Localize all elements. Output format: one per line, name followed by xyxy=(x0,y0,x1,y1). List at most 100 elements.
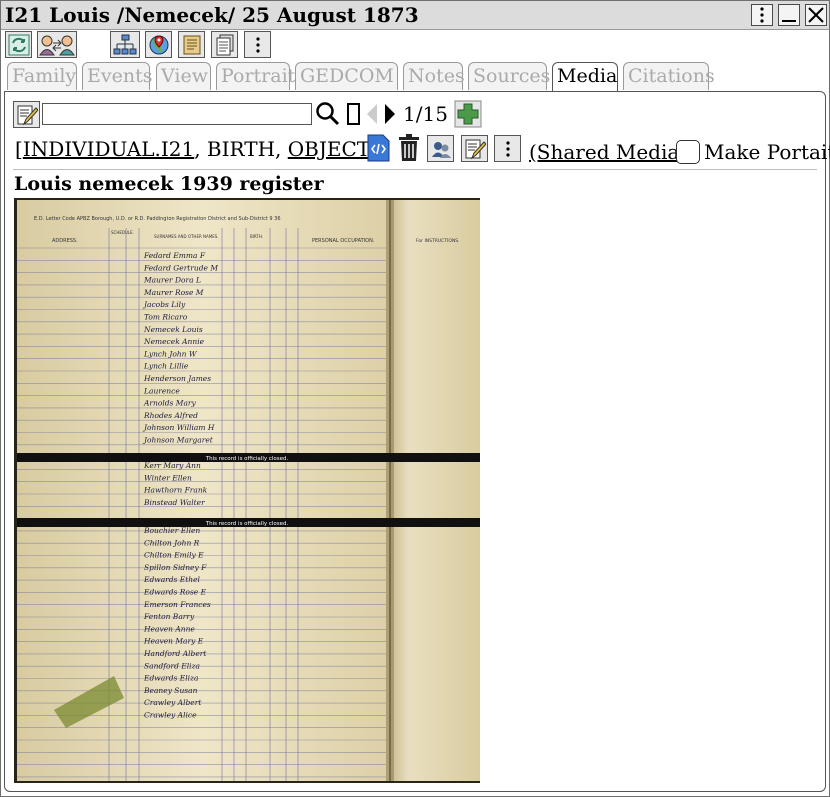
scroll-icon xyxy=(183,35,200,54)
search-icon xyxy=(316,102,340,126)
register-entry-name: Bouchier Ellen xyxy=(143,526,200,535)
register-entry-name: Crawley Alice xyxy=(144,711,197,720)
register-entry-name: Hawthorn Frank xyxy=(143,486,208,495)
register-entry-name: Binstead Walter xyxy=(143,498,205,507)
page-counter: 1/15 xyxy=(403,102,448,126)
register-entry-name: Crawley Albert xyxy=(144,698,202,707)
edit-icon xyxy=(465,139,486,159)
register-entry-name: Arnolds Mary xyxy=(143,399,197,408)
tab-media[interactable]: Media xyxy=(552,62,618,93)
column-birth: BIRTH. xyxy=(250,234,263,239)
notes-button[interactable] xyxy=(178,31,205,58)
delete-button[interactable] xyxy=(397,134,421,162)
minimize-icon xyxy=(782,20,796,22)
tab-citations[interactable]: Citations xyxy=(623,62,715,90)
edit-media-button[interactable] xyxy=(13,101,40,128)
media-more-button[interactable] xyxy=(494,135,521,162)
persons-link-icon xyxy=(39,35,75,55)
tab-gedcom[interactable]: GEDCOM xyxy=(295,62,398,90)
column-surnames: SURNAMES AND OTHER NAMES. xyxy=(154,234,219,239)
report-button[interactable] xyxy=(211,31,238,58)
link-person-button[interactable] xyxy=(427,135,454,162)
kebab-icon xyxy=(760,7,764,23)
register-entry-name: Maurer Rose M xyxy=(143,288,204,297)
object-link[interactable]: OBJECT xyxy=(288,137,370,161)
register-scan: E.D. Letter Code APBZ Borough, U.D. or R… xyxy=(14,198,480,783)
column-occupation: PERSONAL OCCUPATION. xyxy=(312,238,375,244)
register-entry-name: Edwards Ethel xyxy=(143,575,201,584)
search-button[interactable] xyxy=(315,101,341,127)
register-entry-name: Chilton Emily E xyxy=(144,551,204,560)
map-pin-icon xyxy=(149,34,168,54)
bracket-open: [ xyxy=(15,137,23,161)
media-reference-row: [INDIVIDUAL.I21, BIRTH, OBJECT] xyxy=(15,137,378,167)
shared-media-link[interactable]: (Shared Media) xyxy=(529,140,687,164)
minimize-button[interactable] xyxy=(778,4,800,26)
register-entry-name: Laurence xyxy=(143,386,180,395)
title-bar: I21 Louis /Nemecek/ 25 August 1873 xyxy=(1,1,829,30)
documents-icon xyxy=(216,34,233,55)
change-object-button[interactable] xyxy=(5,31,32,58)
tab-events[interactable]: Events xyxy=(82,62,152,90)
kebab-icon xyxy=(255,36,260,53)
map-button[interactable] xyxy=(145,31,172,58)
separator: , xyxy=(275,137,288,161)
register-entry-name: Edwards Rose E xyxy=(143,588,207,597)
closed-record-notice: This record is officially closed. xyxy=(205,456,289,462)
tab-sources[interactable]: Sources xyxy=(468,62,550,90)
register-entry-name: Nemecek Annie xyxy=(143,337,205,346)
register-entry-name: Lynch Lillie xyxy=(143,362,189,371)
make-portrait-label: Make Portait xyxy=(704,140,830,164)
register-entry-name: Heaven Anne xyxy=(143,624,195,633)
plus-icon xyxy=(454,100,482,128)
tab-notes[interactable]: Notes xyxy=(403,62,465,90)
column-address: ADDRESS. xyxy=(52,238,78,244)
object-info-button[interactable] xyxy=(364,134,392,162)
previous-button[interactable] xyxy=(365,102,379,126)
register-entry-name: Maurer Dora L xyxy=(143,276,201,285)
edit-button[interactable] xyxy=(461,135,488,162)
register-entry-name: Rhodes Alfred xyxy=(143,411,198,420)
media-search-input[interactable] xyxy=(42,103,312,125)
refresh-icon xyxy=(8,34,29,55)
register-entry-name: Fedard Emma F xyxy=(143,251,206,260)
tab-portrait[interactable]: Portrait xyxy=(216,62,295,90)
close-button[interactable] xyxy=(805,4,827,26)
individual-link[interactable]: INDIVIDUAL.I21 xyxy=(23,137,194,161)
make-portrait-checkbox[interactable] xyxy=(676,140,700,164)
relationship-button[interactable] xyxy=(37,31,77,58)
register-entry-name: Johnson Margaret xyxy=(142,436,214,445)
column-schedule: SCHEDULE. xyxy=(111,230,134,235)
media-panel: 1/15 [INDIVIDUAL.I21, BIRTH, OBJECT] xyxy=(4,91,830,792)
register-entry-name: Winter Ellen xyxy=(144,473,192,482)
register-entry-name: Emerson Frances xyxy=(143,600,211,609)
tab-view[interactable]: View xyxy=(156,62,211,90)
add-media-button[interactable] xyxy=(454,100,482,128)
register-header-text: E.D. Letter Code APBZ Borough, U.D. or R… xyxy=(34,216,281,222)
register-entry-name: Fedard Gertrude M xyxy=(143,263,218,272)
register-entry-name: Fenton Barry xyxy=(143,612,195,621)
window-title: I21 Louis /Nemecek/ 25 August 1873 xyxy=(5,3,419,27)
page-icon xyxy=(347,103,360,125)
register-entry-name: Kerr Mary Ann xyxy=(143,461,201,470)
window-menu-button[interactable] xyxy=(751,4,773,26)
register-entry-name: Sandford Eliza xyxy=(144,661,200,670)
media-image: E.D. Letter Code APBZ Borough, U.D. or R… xyxy=(14,198,480,783)
register-entry-name: Tom Ricaro xyxy=(144,313,188,322)
register-entry-name: Lynch John W xyxy=(143,349,198,358)
edit-list-icon xyxy=(17,105,38,125)
register-entry-name: Heaven Mary E xyxy=(143,637,204,646)
triangle-left-icon xyxy=(367,104,377,124)
toolbar-more-button[interactable] xyxy=(244,31,271,58)
register-entry-name: Edwards Eliza xyxy=(143,674,198,683)
tree-chart-icon xyxy=(113,34,137,54)
register-entry-name: Jacobs Lily xyxy=(142,300,186,309)
trash-icon xyxy=(399,134,419,161)
single-view-button[interactable] xyxy=(346,102,362,126)
register-entry-name: Henderson James xyxy=(143,374,211,383)
column-instructions: For INSTRUCTIONS. xyxy=(416,238,460,244)
next-button[interactable] xyxy=(383,102,397,126)
family-tree-button[interactable] xyxy=(110,31,140,58)
tab-family[interactable]: Family xyxy=(7,62,77,90)
kebab-icon xyxy=(505,140,510,157)
